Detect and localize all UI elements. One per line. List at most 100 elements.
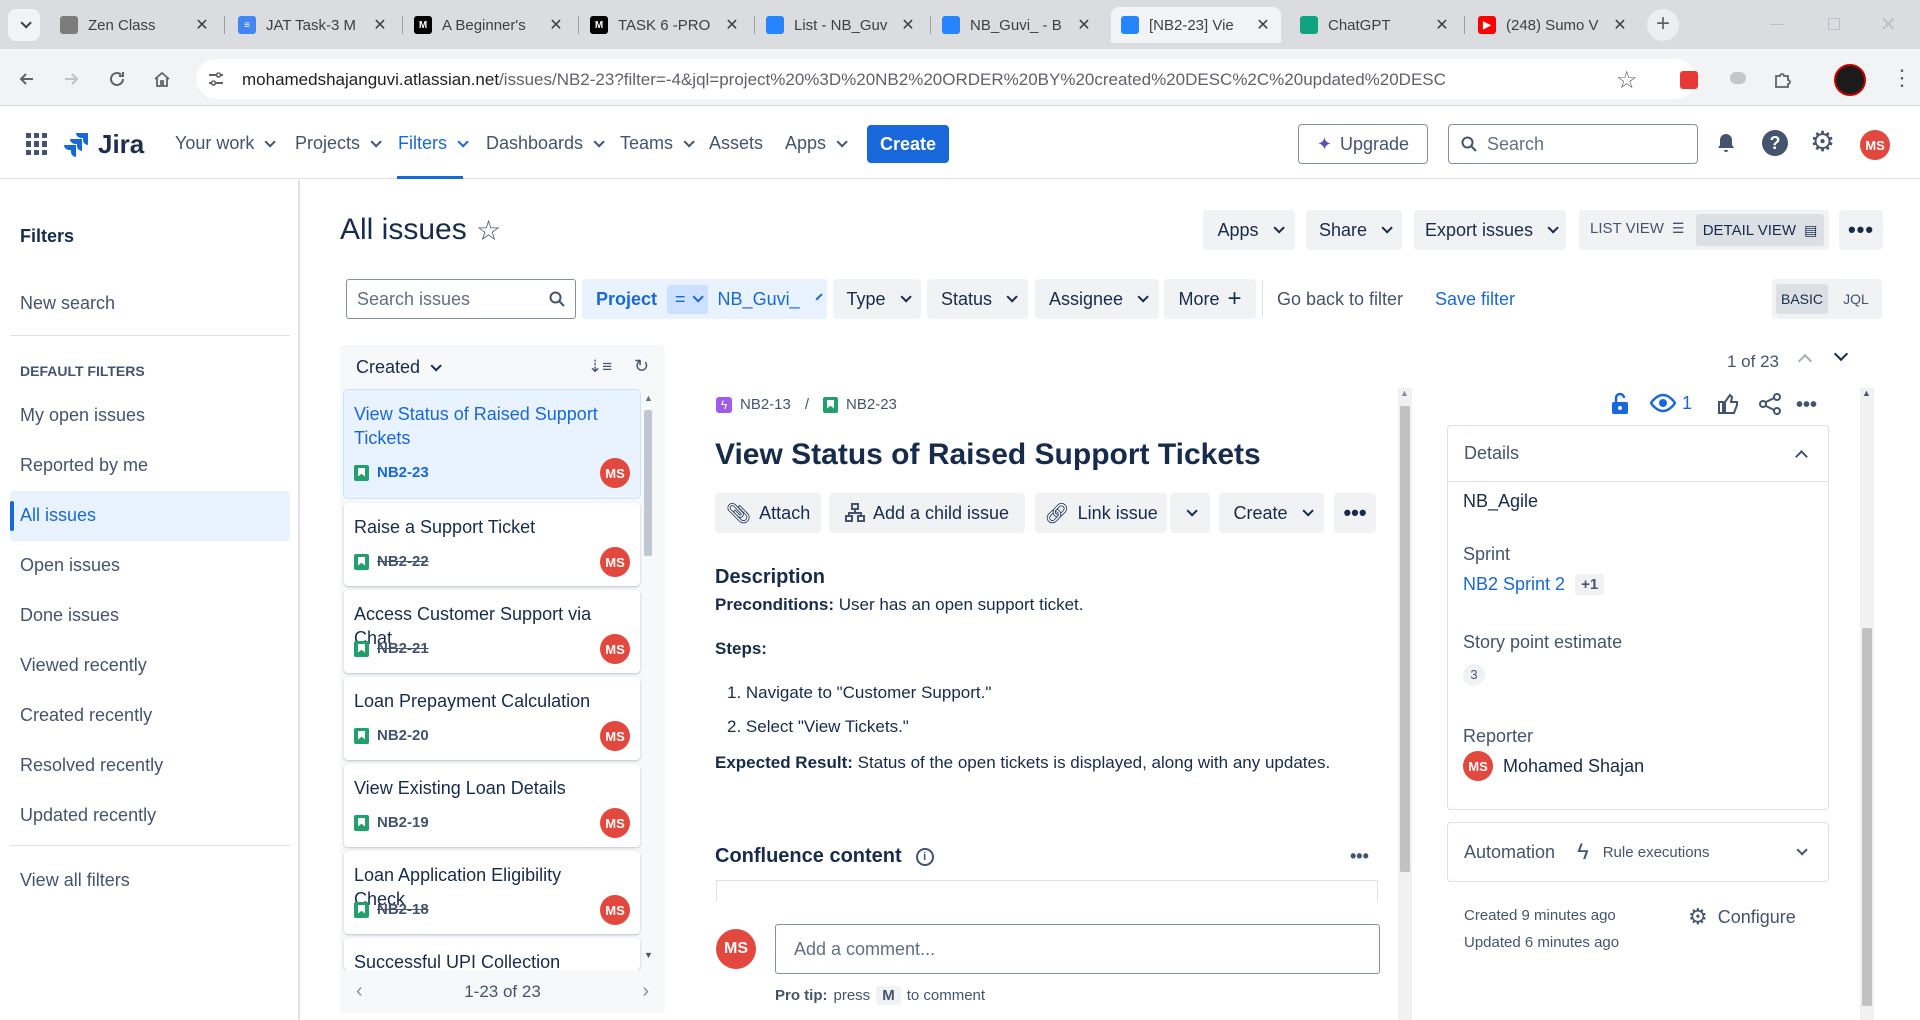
close-tab-icon[interactable]: ✕ [724,15,740,35]
issue-actions-more-icon[interactable]: ••• [1796,394,1817,417]
apps-button[interactable]: Apps [1203,210,1295,250]
more-actions-button[interactable]: ••• [1839,210,1883,250]
browser-tab[interactable]: ≡ JAT Task-3 M ✕ [228,7,398,43]
url-text[interactable]: mohamedshajanguvi.atlassian.net/issues/N… [242,70,1446,90]
nav-assets[interactable]: Assets [709,133,763,154]
list-item[interactable]: Loan Application Eligibility Check NB2-1… [344,851,640,934]
create-issue-button[interactable]: Create [1219,493,1324,533]
detail-view-toggle[interactable]: DETAIL VIEW ▤ [1696,214,1824,246]
close-tab-icon[interactable]: ✕ [548,15,564,35]
browser-tab[interactable]: Zen Class ✕ [50,7,220,43]
assignee-filter[interactable]: Assignee [1035,279,1159,319]
home-icon[interactable] [147,64,177,94]
scroll-up-icon[interactable]: ▲ [644,393,653,403]
breadcrumb-issue-link[interactable]: NB2-23 [846,396,897,413]
sidebar-item-resolved-recently[interactable]: Resolved recently [20,755,163,776]
nav-projects[interactable]: Projects [295,133,382,154]
close-tab-icon[interactable]: ✕ [1255,15,1271,35]
nav-teams[interactable]: Teams [620,133,695,154]
create-button[interactable]: Create [867,125,949,163]
sidebar-item-viewed-recently[interactable]: Viewed recently [20,655,147,676]
maximize-icon[interactable] [1828,18,1840,30]
star-icon[interactable]: ☆ [476,214,501,247]
close-tab-icon[interactable]: ✕ [194,15,210,35]
list-item[interactable]: View Status of Raised Support Tickets NB… [344,390,640,498]
sidebar-item-updated-recently[interactable]: Updated recently [20,805,156,826]
close-tab-icon[interactable]: ✕ [1434,15,1450,35]
jira-logo[interactable]: Jira [64,129,144,160]
refresh-icon[interactable]: ↻ [634,356,649,377]
automation-panel[interactable]: Automation ϟ Rule executions [1447,822,1829,882]
project-operator[interactable]: = [667,284,708,314]
issue-scrollbar-thumb[interactable] [1400,406,1410,872]
close-tab-icon[interactable]: ✕ [372,15,388,35]
minimize-icon[interactable] [1770,24,1784,25]
site-info-icon[interactable] [205,68,227,90]
browser-tab[interactable]: NB_Guvi_ - B ✕ [932,7,1102,43]
next-issue-icon[interactable] [1833,346,1849,362]
bookmark-star-icon[interactable]: ☆ [1616,66,1638,95]
more-filters-button[interactable]: More + [1164,279,1256,319]
view-all-filters-link[interactable]: View all filters [20,870,130,891]
team-value[interactable]: NB_Agile [1463,491,1538,512]
sidebar-item-reported-by-me[interactable]: Reported by me [20,455,148,476]
right-scrollbar-thumb[interactable] [1862,628,1872,1006]
browser-tab[interactable]: [NB2-23] Vie ✕ [1111,7,1281,43]
nav-your-work[interactable]: Your work [175,133,277,154]
sort-created-button[interactable]: Created [356,357,442,378]
nav-dashboards[interactable]: Dashboards [486,133,605,154]
scroll-down-icon[interactable]: ▼ [644,950,653,960]
sidebar-item-my-open-issues[interactable]: My open issues [20,405,145,426]
issue-more-button[interactable]: ••• [1334,493,1376,533]
browser-tab[interactable]: ▶ (248) Sumo V ✕ [1468,7,1638,43]
tab-search-button[interactable] [8,9,40,41]
sidebar-item-done-issues[interactable]: Done issues [20,605,119,626]
close-tab-icon[interactable]: ✕ [1612,15,1628,35]
profile-avatar[interactable] [1834,64,1866,96]
scroll-up-icon[interactable]: ▲ [1862,388,1871,398]
jql-mode-button[interactable]: JQL [1834,284,1878,314]
watch-button[interactable]: 1 [1650,392,1692,414]
info-icon[interactable]: i [915,847,934,866]
description-body[interactable]: Preconditions: User has an open support … [715,594,1335,774]
list-item[interactable]: Successful UPI Collection Request [344,938,640,970]
new-tab-button[interactable]: + [1647,9,1679,41]
save-filter-button[interactable]: Save filter [1435,289,1515,310]
confluence-more-icon[interactable]: ••• [1350,846,1369,867]
settings-gear-icon[interactable]: ⚙ [1810,127,1835,157]
type-filter[interactable]: Type [833,279,921,319]
share-icon[interactable] [1758,392,1782,416]
share-button[interactable]: Share [1306,210,1402,250]
browser-tab[interactable]: M A Beginner's ✕ [404,7,574,43]
list-item[interactable]: Loan Prepayment Calculation NB2-20 MS [344,677,640,760]
close-window-icon[interactable]: ✕ [1880,12,1897,37]
issue-title[interactable]: View Status of Raised Support Tickets [715,438,1261,472]
app-switcher-icon[interactable] [26,133,48,155]
new-search-link[interactable]: New search [20,293,115,314]
reload-icon[interactable] [102,64,132,94]
sprint-more-badge[interactable]: +1 [1575,574,1605,595]
sidebar-item-open-issues[interactable]: Open issues [20,555,120,576]
reporter-value[interactable]: MS Mohamed Shajan [1463,751,1644,781]
browser-tab[interactable]: List - NB_Guv ✕ [756,7,926,43]
help-icon[interactable]: ? [1762,130,1788,156]
status-filter[interactable]: Status [927,279,1028,319]
breadcrumb-parent-link[interactable]: NB2-13 [740,396,791,413]
browser-tab[interactable]: M TASK 6 -PRO ✕ [580,7,750,43]
link-issue-dropdown[interactable] [1170,493,1210,533]
back-icon[interactable] [12,64,42,94]
list-item[interactable]: Access Customer Support via Chat NB2-21 … [344,590,640,673]
details-header[interactable]: Details [1448,426,1828,482]
basic-mode-button[interactable]: BASIC [1776,284,1828,314]
user-avatar[interactable]: MS [1860,130,1890,160]
next-page-icon[interactable]: › [642,980,649,1003]
upgrade-button[interactable]: ✦ Upgrade [1298,124,1428,164]
thumbs-up-icon[interactable] [1716,392,1740,416]
global-search-input[interactable]: Search [1448,124,1698,164]
search-issues-input[interactable]: Search issues [346,279,576,319]
export-issues-button[interactable]: Export issues [1414,210,1566,250]
close-tab-icon[interactable]: ✕ [1076,15,1092,35]
forward-icon[interactable] [56,64,86,94]
project-filter[interactable]: Project = NB_Guvi_ [582,279,827,319]
configure-button[interactable]: ⚙ Configure [1688,904,1796,930]
